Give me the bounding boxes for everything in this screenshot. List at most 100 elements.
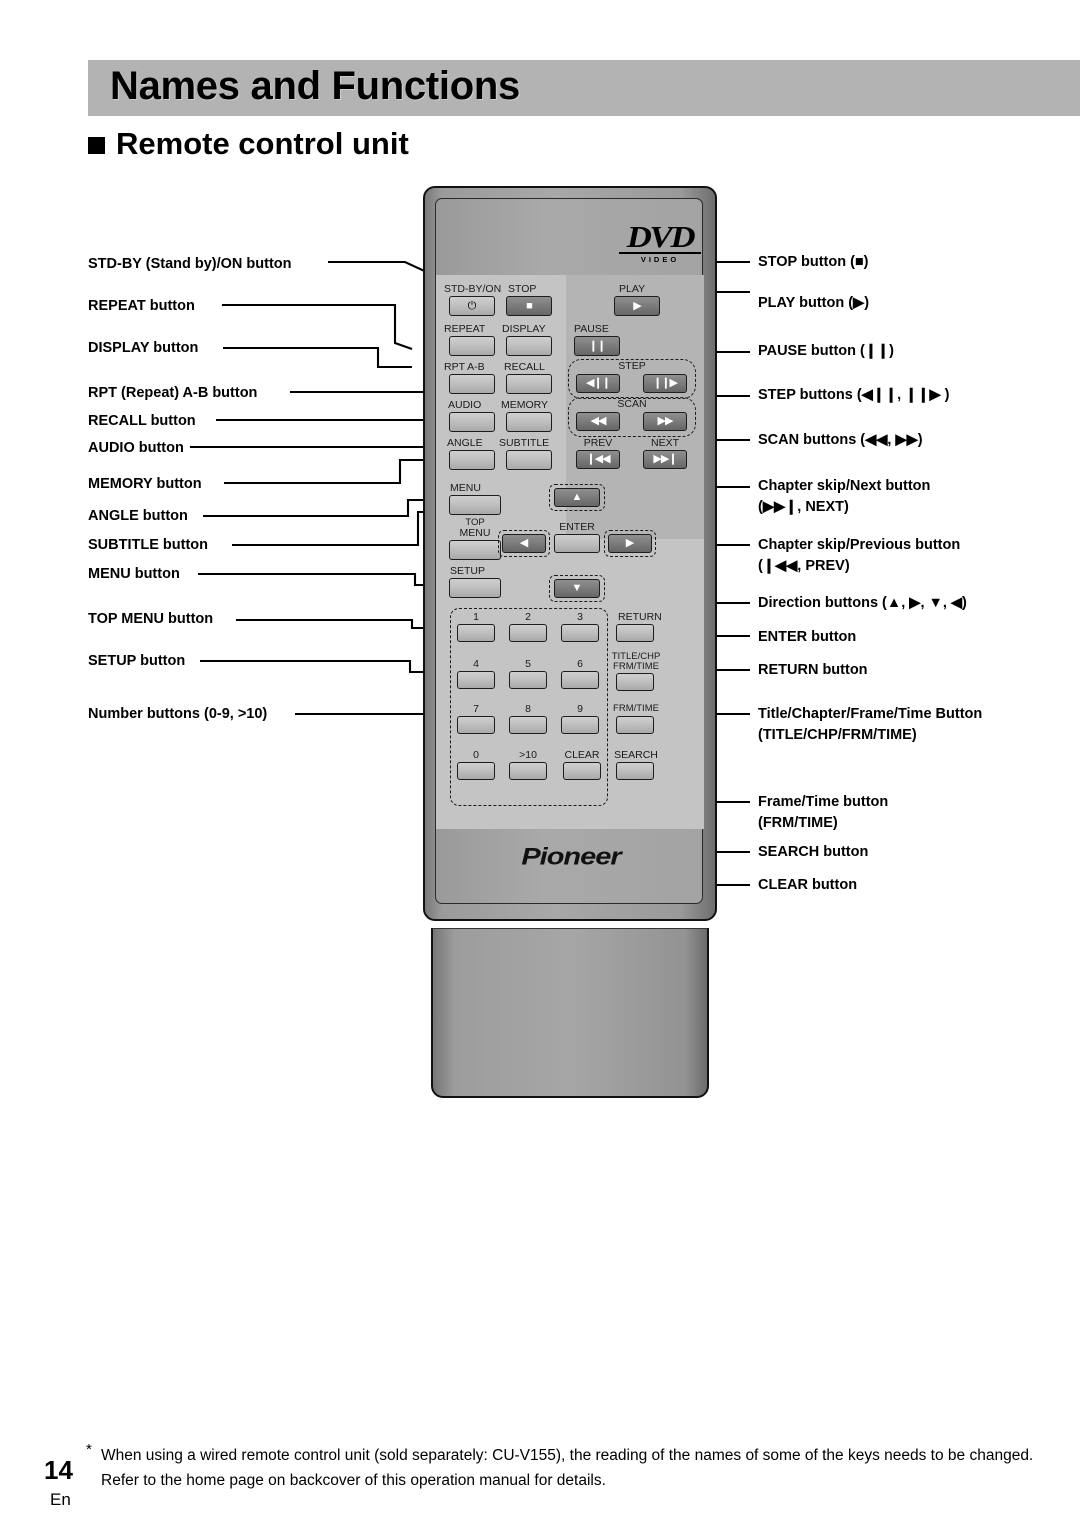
key-label-5: 5 bbox=[525, 658, 531, 670]
key-direction-up[interactable]: ▲ bbox=[554, 488, 600, 507]
key-label-7: 7 bbox=[473, 703, 479, 715]
key-3[interactable] bbox=[561, 624, 599, 642]
key-rpt-ab[interactable] bbox=[449, 374, 495, 394]
key-return[interactable] bbox=[616, 624, 654, 642]
footnote-text: When using a wired remote control unit (… bbox=[101, 1447, 1034, 1490]
section-title: Remote control unit bbox=[116, 126, 409, 161]
key-over-10[interactable] bbox=[509, 762, 547, 780]
key-step-forward[interactable]: ❙❙▶ bbox=[643, 374, 687, 393]
key-prev[interactable]: ❙◀◀ bbox=[576, 450, 620, 469]
key-label-enter: ENTER bbox=[559, 521, 595, 533]
key-top-menu[interactable] bbox=[449, 540, 501, 560]
key-1[interactable] bbox=[457, 624, 495, 642]
key-frame-time[interactable] bbox=[616, 716, 654, 734]
key-step-reverse[interactable]: ◀❙❙ bbox=[576, 374, 620, 393]
dvd-video-logo: DVD VIDEO bbox=[619, 221, 701, 264]
key-label-pause: PAUSE bbox=[574, 323, 609, 335]
callout-stop: STOP button (■) bbox=[758, 254, 869, 270]
key-label-stop: STOP bbox=[508, 283, 537, 295]
key-memory[interactable] bbox=[506, 412, 552, 432]
key-9[interactable] bbox=[561, 716, 599, 734]
key-scan-reverse[interactable]: ◀◀ bbox=[576, 412, 620, 431]
key-direction-left[interactable]: ◀ bbox=[502, 534, 546, 553]
callout-setup: SETUP button bbox=[88, 653, 186, 669]
callout-title-chapter-line1: Title/Chapter/Frame/Time Button bbox=[758, 706, 983, 722]
key-label-title-chp-line2: FRM/TIME bbox=[613, 661, 659, 672]
step-reverse-icon: ◀❙❙ bbox=[586, 377, 611, 389]
key-direction-down[interactable]: ▼ bbox=[554, 579, 600, 598]
footnote-marker: * bbox=[86, 1441, 92, 1458]
key-scan-forward[interactable]: ▶▶ bbox=[643, 412, 687, 431]
key-label-std-by-on: STD-BY/ON bbox=[444, 283, 502, 295]
key-label-0: 0 bbox=[473, 749, 479, 761]
key-label-next: NEXT bbox=[650, 437, 680, 449]
key-label-setup: SETUP bbox=[450, 565, 486, 577]
page-number: 14 bbox=[44, 1455, 73, 1485]
callout-step: STEP buttons (◀❙❙, ❙❙▶ ) bbox=[758, 387, 950, 403]
key-display[interactable] bbox=[506, 336, 552, 356]
key-clear[interactable] bbox=[563, 762, 601, 780]
key-2[interactable] bbox=[509, 624, 547, 642]
callout-search: SEARCH button bbox=[758, 844, 869, 860]
callout-pause: PAUSE button (❙❙) bbox=[758, 343, 894, 359]
remote-control-illustration: DVD VIDEO STD-BY/ON ⏻ STOP ■ PLAY ▶ REPE… bbox=[423, 186, 717, 1104]
key-label-memory: MEMORY bbox=[501, 399, 549, 411]
key-label-6: 6 bbox=[577, 658, 583, 670]
arrow-down-icon: ▼ bbox=[571, 582, 583, 594]
key-angle[interactable] bbox=[449, 450, 495, 470]
callout-chapter-prev-line1: Chapter skip/Previous button bbox=[758, 537, 961, 553]
section-heading: Remote control unit bbox=[88, 126, 409, 162]
key-repeat[interactable] bbox=[449, 336, 495, 356]
callout-subtitle: SUBTITLE button bbox=[88, 537, 209, 553]
key-label-rpt-ab: RPT A-B bbox=[444, 361, 485, 373]
callout-enter: ENTER button bbox=[758, 629, 857, 645]
key-label-3: 3 bbox=[577, 611, 583, 623]
key-std-by-on[interactable]: ⏻ bbox=[449, 296, 495, 316]
key-5[interactable] bbox=[509, 671, 547, 689]
key-pause[interactable]: ❙❙ bbox=[574, 336, 620, 356]
key-stop[interactable]: ■ bbox=[506, 296, 552, 316]
key-label-4: 4 bbox=[473, 658, 479, 670]
key-label-2: 2 bbox=[525, 611, 531, 623]
pause-icon: ❙❙ bbox=[588, 339, 606, 352]
key-label-play: PLAY bbox=[619, 283, 646, 295]
callout-angle: ANGLE button bbox=[88, 508, 188, 524]
key-7[interactable] bbox=[457, 716, 495, 734]
callout-std-by-on: STD-BY (Stand by)/ON button bbox=[88, 256, 292, 272]
scan-forward-icon: ▶▶ bbox=[657, 415, 674, 427]
key-0[interactable] bbox=[457, 762, 495, 780]
key-label-top-menu-line2: MENU bbox=[459, 527, 491, 539]
key-8[interactable] bbox=[509, 716, 547, 734]
key-label-step: STEP bbox=[618, 360, 646, 372]
key-direction-right[interactable]: ▶ bbox=[608, 534, 652, 553]
arrow-up-icon: ▲ bbox=[571, 491, 583, 503]
callout-scan: SCAN buttons (◀◀, ▶▶) bbox=[758, 432, 923, 448]
callout-audio: AUDIO button bbox=[88, 440, 184, 456]
key-search[interactable] bbox=[616, 762, 654, 780]
key-subtitle[interactable] bbox=[506, 450, 552, 470]
key-label-prev: PREV bbox=[583, 437, 613, 449]
key-label-1: 1 bbox=[473, 611, 479, 623]
key-enter[interactable] bbox=[554, 534, 600, 553]
key-4[interactable] bbox=[457, 671, 495, 689]
key-title-chapter-frame-time[interactable] bbox=[616, 673, 654, 691]
callout-repeat: REPEAT button bbox=[88, 298, 195, 314]
key-audio[interactable] bbox=[449, 412, 495, 432]
key-recall[interactable] bbox=[506, 374, 552, 394]
key-label-recall: RECALL bbox=[504, 361, 545, 373]
key-menu[interactable] bbox=[449, 495, 501, 515]
key-next[interactable]: ▶▶❙ bbox=[643, 450, 687, 469]
next-icon: ▶▶❙ bbox=[653, 453, 677, 465]
key-setup[interactable] bbox=[449, 578, 501, 598]
key-6[interactable] bbox=[561, 671, 599, 689]
key-label-return: RETURN bbox=[618, 611, 662, 623]
callout-top-menu: TOP MENU button bbox=[88, 611, 214, 627]
key-label-menu: MENU bbox=[450, 482, 481, 494]
key-play[interactable]: ▶ bbox=[614, 296, 660, 316]
callout-memory: MEMORY button bbox=[88, 476, 202, 492]
key-label-9: 9 bbox=[577, 703, 583, 715]
play-icon: ▶ bbox=[633, 299, 642, 312]
callout-rpt-ab: RPT (Repeat) A-B button bbox=[88, 385, 258, 401]
key-label-search: SEARCH bbox=[614, 749, 658, 761]
scan-reverse-icon: ◀◀ bbox=[590, 415, 607, 427]
